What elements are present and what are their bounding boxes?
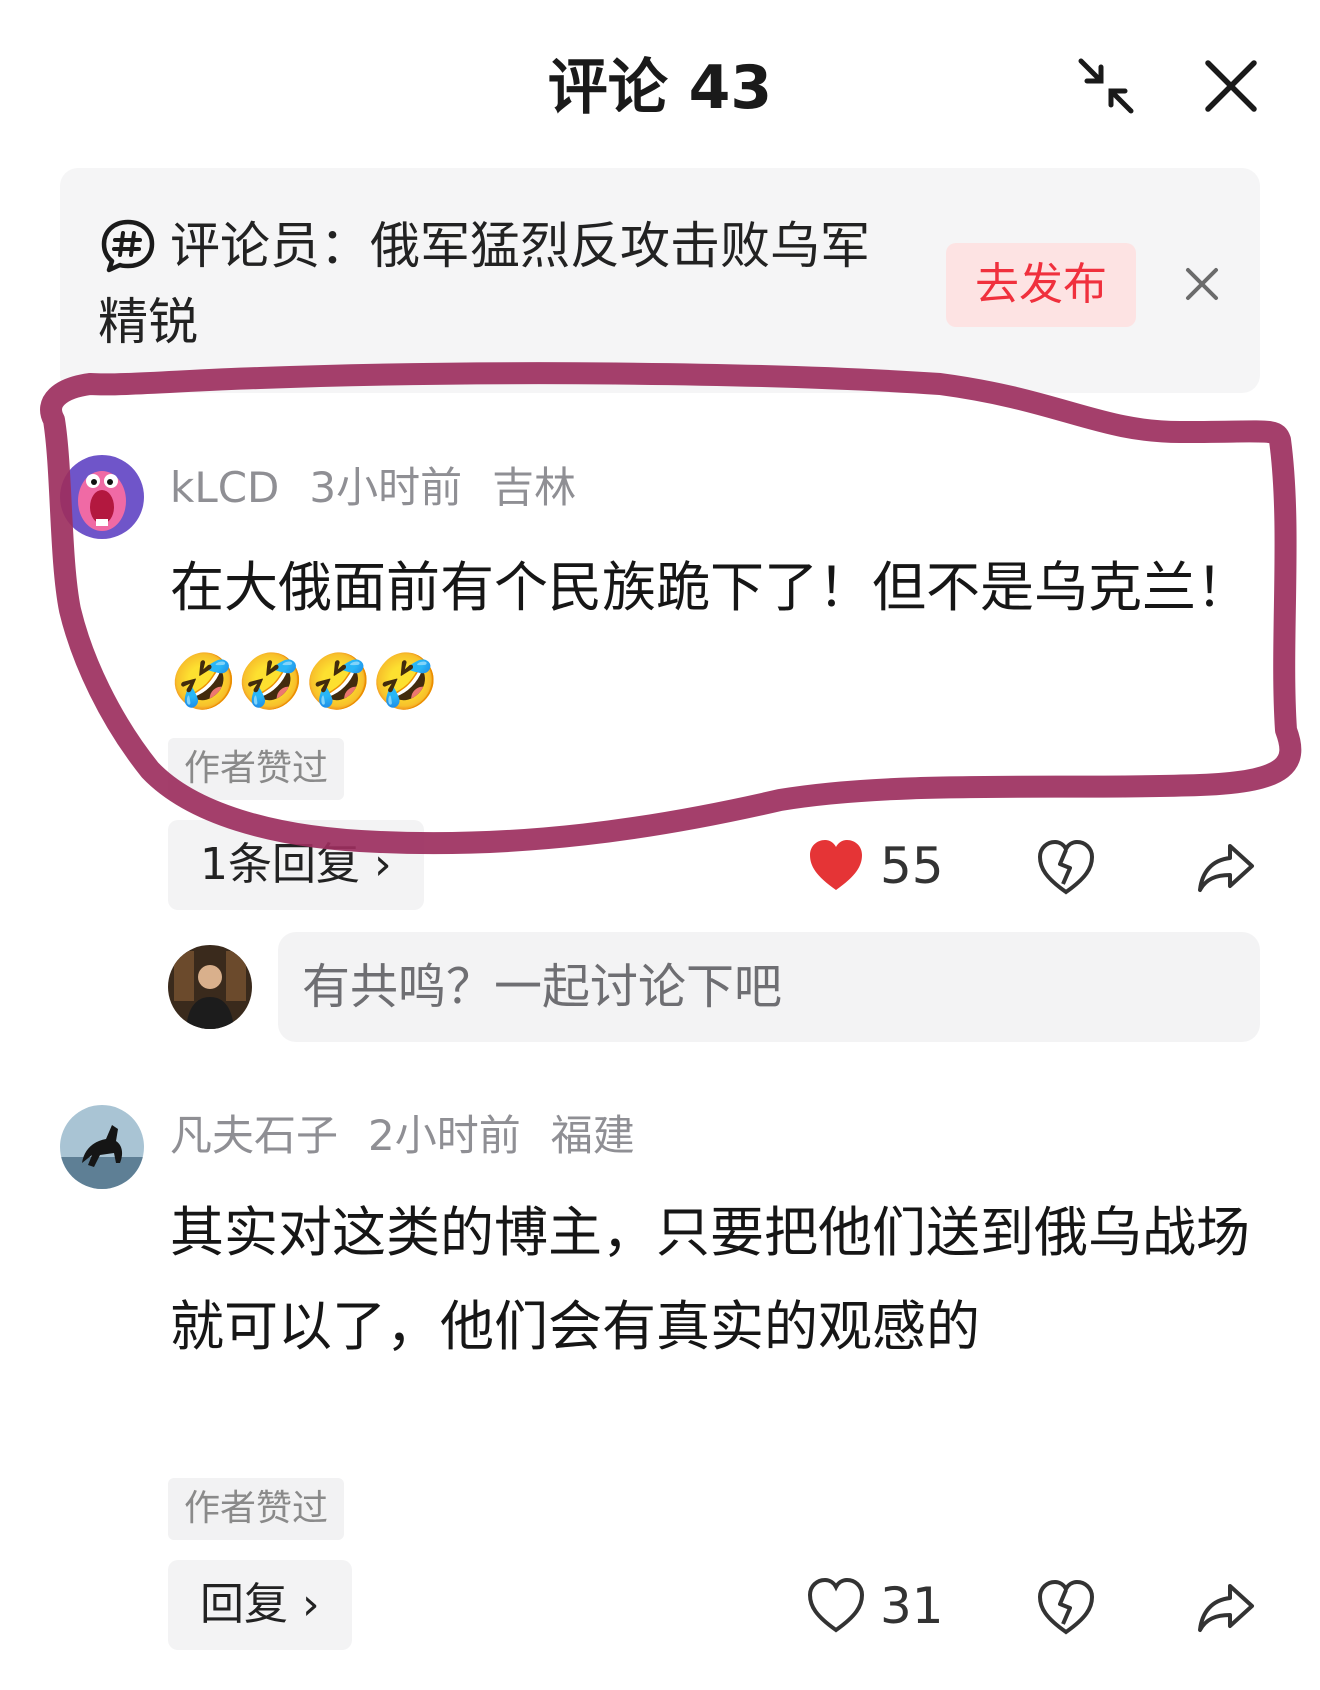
timestamp: 3小时前: [309, 463, 463, 512]
publish-button[interactable]: 去发布: [946, 243, 1136, 327]
share-arrow-icon: [1198, 1584, 1254, 1632]
collapse-arrows-icon: [1078, 58, 1134, 114]
reply-button[interactable]: 回复 ›: [168, 1560, 352, 1650]
location: 福建: [550, 1111, 635, 1160]
collapse-button[interactable]: [1075, 55, 1137, 117]
like-count: 55: [880, 837, 944, 895]
username[interactable]: kLCD: [170, 463, 279, 512]
location: 吉林: [492, 463, 577, 512]
author-liked-tag: 作者赞过: [168, 1478, 345, 1540]
current-user-avatar: [168, 945, 252, 1029]
broken-heart-icon: [1037, 1579, 1095, 1635]
laugh-cry-emoji: 🤣: [237, 650, 305, 713]
broken-heart-icon: [1037, 839, 1095, 895]
author-liked-tag: 作者赞过: [168, 738, 345, 800]
reply-input[interactable]: 有共鸣？一起讨论下吧: [278, 932, 1260, 1042]
heart-filled-icon: [810, 840, 862, 890]
timestamp: 2小时前: [368, 1111, 521, 1160]
dislike-button[interactable]: [1036, 838, 1096, 902]
share-button[interactable]: [1196, 838, 1256, 902]
comment-meta: kLCD 3小时前 吉林: [170, 460, 606, 516]
laugh-cry-emoji: 🤣: [371, 650, 439, 713]
comment-meta: 凡夫石子 2小时前 福建: [170, 1108, 665, 1164]
share-button[interactable]: [1196, 1578, 1256, 1642]
view-replies-button[interactable]: 1条回复 ›: [168, 820, 424, 910]
avatar[interactable]: [60, 455, 144, 539]
like-button[interactable]: [806, 836, 866, 900]
close-icon: [1205, 60, 1257, 112]
avatar[interactable]: [60, 1105, 144, 1189]
topic-banner: 评论员：俄军猛烈反攻击败乌军精锐 去发布: [60, 168, 1260, 393]
comment-text[interactable]: 在大俄面前有个民族跪下了！但不是乌克兰！ 🤣🤣🤣🤣: [170, 541, 1260, 729]
share-arrow-icon: [1198, 844, 1254, 892]
topic-text[interactable]: 评论员：俄军猛烈反攻击败乌军精锐: [98, 208, 898, 360]
laugh-cry-emoji: 🤣: [304, 650, 372, 713]
close-icon: [1186, 268, 1218, 300]
like-count: 31: [880, 1577, 944, 1635]
like-button[interactable]: [806, 1576, 866, 1640]
heart-outline-icon: [807, 1577, 865, 1633]
reply-placeholder: 有共鸣？一起讨论下吧: [302, 959, 783, 1015]
dislike-button[interactable]: [1036, 1578, 1096, 1642]
comment-text[interactable]: 其实对这类的博主，只要把他们送到俄乌战场就可以了，他们会有真实的观感的: [170, 1186, 1260, 1374]
close-button[interactable]: [1200, 55, 1262, 117]
username[interactable]: 凡夫石子: [170, 1111, 338, 1160]
dismiss-topic-button[interactable]: [1178, 260, 1226, 308]
laugh-cry-emoji: 🤣: [170, 650, 238, 713]
